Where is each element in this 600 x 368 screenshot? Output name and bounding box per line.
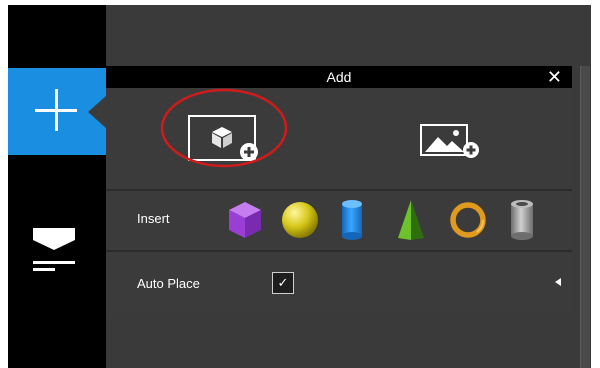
add-image-button[interactable] <box>420 122 480 160</box>
torus-shape-button[interactable] <box>448 200 488 240</box>
scrollbar[interactable] <box>580 66 590 368</box>
cube-shape-button[interactable] <box>225 200 265 240</box>
insert-label: Insert <box>137 211 170 226</box>
plus-icon-vertical <box>55 89 58 131</box>
panel-header: Add ✕ <box>106 66 572 88</box>
panel-title: Add <box>326 69 352 85</box>
close-button[interactable]: ✕ <box>547 67 562 88</box>
auto-place-label: Auto Place <box>137 276 200 291</box>
image-plus-icon <box>420 124 479 158</box>
add-tab-pointer <box>88 96 106 128</box>
divider <box>106 189 572 191</box>
sphere-shape-button[interactable] <box>280 200 320 240</box>
auto-place-checkbox[interactable]: ✓ <box>272 272 294 294</box>
cylinder-shape-button[interactable] <box>340 199 364 241</box>
pipe-shape-button[interactable] <box>507 199 537 241</box>
triangle-left-icon[interactable] <box>555 278 561 286</box>
divider <box>106 250 572 252</box>
cone-shape-button[interactable] <box>394 198 428 242</box>
left-toolbar <box>8 5 106 368</box>
highlight-circle <box>160 88 288 168</box>
place-on-surface-icon[interactable] <box>30 228 80 280</box>
